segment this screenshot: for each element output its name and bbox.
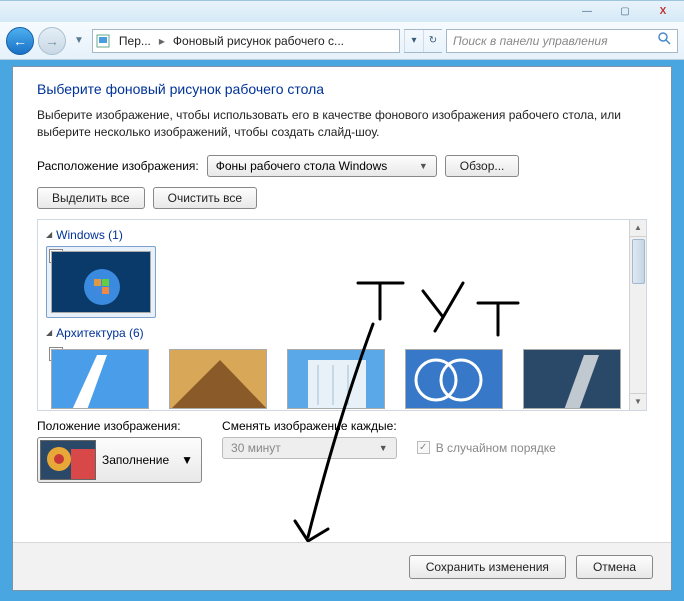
chevron-right-icon[interactable]: ▸ — [157, 34, 167, 48]
location-value: Фоны рабочего стола Windows — [216, 159, 388, 173]
breadcrumb-1[interactable]: Пер... — [113, 34, 157, 48]
cancel-button[interactable]: Отмена — [576, 555, 653, 579]
position-value: Заполнение — [102, 453, 169, 467]
search-placeholder: Поиск в панели управления — [453, 34, 657, 48]
chevron-down-icon: ▼ — [175, 453, 199, 467]
address-buttons: ▾ ↻ — [404, 29, 442, 53]
page-title: Выберите фоновый рисунок рабочего стола — [37, 81, 647, 97]
search-input[interactable]: Поиск в панели управления — [446, 29, 678, 53]
checkbox-icon: ✓ — [417, 441, 430, 454]
scroll-down-icon[interactable]: ▼ — [630, 393, 646, 410]
address-dropdown-icon[interactable]: ▾ — [404, 30, 423, 52]
position-label: Положение изображения: — [37, 419, 202, 433]
chevron-down-icon: ▼ — [419, 161, 428, 171]
nav-row: ← → ▼ Пер... ▸ Фоновый рисунок рабочего … — [0, 22, 684, 60]
back-button[interactable]: ← — [6, 27, 34, 55]
interval-value: 30 минут — [231, 441, 281, 455]
address-bar[interactable]: Пер... ▸ Фоновый рисунок рабочего с... — [92, 29, 400, 53]
content-panel: Выберите фоновый рисунок рабочего стола … — [12, 66, 672, 591]
minimize-button[interactable]: — — [574, 5, 600, 19]
position-preview-icon — [40, 440, 96, 480]
dialog-footer: Сохранить изменения Отмена — [13, 542, 671, 590]
maximize-button[interactable]: ▢ — [612, 5, 638, 19]
wallpaper-thumb-arch-3[interactable] — [282, 344, 390, 411]
shuffle-label: В случайном порядке — [436, 441, 556, 455]
select-all-button[interactable]: Выделить все — [37, 187, 145, 209]
search-icon — [657, 31, 671, 50]
scroll-up-icon[interactable]: ▲ — [630, 220, 646, 237]
location-label: Расположение изображения: — [37, 159, 199, 173]
save-button[interactable]: Сохранить изменения — [409, 555, 566, 579]
page-description: Выберите изображение, чтобы использовать… — [37, 107, 647, 141]
clear-all-button[interactable]: Очистить все — [153, 187, 257, 209]
wallpaper-thumb-arch-2[interactable] — [164, 344, 272, 411]
close-button[interactable]: X — [650, 5, 676, 19]
chevron-down-icon: ▼ — [379, 443, 388, 453]
location-icon — [93, 34, 113, 48]
wallpaper-thumb-windows-1[interactable]: ✓ — [46, 246, 156, 318]
scrollbar[interactable]: ▲ ▼ — [629, 220, 646, 410]
browse-button[interactable]: Обзор... — [445, 155, 520, 177]
wallpaper-list: Windows (1) ✓ Архитектура (6) — [37, 219, 647, 411]
category-architecture[interactable]: Архитектура (6) — [46, 326, 638, 340]
wallpaper-thumb-arch-5[interactable] — [518, 344, 626, 411]
titlebar: — ▢ X — [0, 0, 684, 22]
scroll-thumb[interactable] — [632, 239, 645, 284]
forward-button[interactable]: → — [38, 27, 66, 55]
breadcrumb-2[interactable]: Фоновый рисунок рабочего с... — [167, 34, 350, 48]
shuffle-checkbox: ✓ В случайном порядке — [417, 441, 556, 455]
wallpaper-thumb-arch-4[interactable] — [400, 344, 508, 411]
wallpaper-thumb-arch-1[interactable] — [46, 344, 154, 411]
interval-label: Сменять изображение каждые: — [222, 419, 397, 433]
interval-combo: 30 минут ▼ — [222, 437, 397, 459]
refresh-icon[interactable]: ↻ — [423, 30, 442, 52]
location-combo[interactable]: Фоны рабочего стола Windows ▼ — [207, 155, 437, 177]
history-chevron-icon[interactable]: ▼ — [70, 35, 88, 46]
position-combo[interactable]: Заполнение ▼ — [37, 437, 202, 483]
category-windows[interactable]: Windows (1) — [46, 228, 638, 242]
